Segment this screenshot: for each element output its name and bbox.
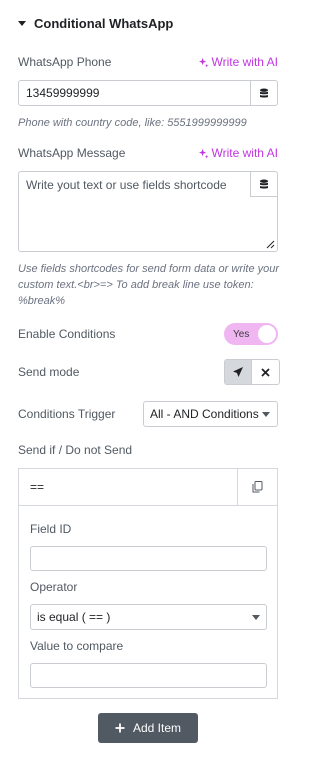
operator-select[interactable]: is equal ( == ) — [30, 604, 267, 630]
section-title: Conditional WhatsApp — [34, 15, 174, 31]
phone-write-with-ai-link[interactable]: Write with AI — [198, 55, 278, 69]
toggle-knob — [258, 325, 276, 343]
sparkle-icon — [198, 148, 209, 159]
field-id-label: Field ID — [30, 522, 72, 536]
phone-ai-label: Write with AI — [211, 55, 278, 69]
repeater-item-header[interactable]: == — [19, 469, 277, 506]
value-to-compare-input[interactable] — [30, 663, 267, 688]
conditions-trigger-value: All - AND Conditions — [150, 407, 259, 421]
message-ai-label: Write with AI — [211, 146, 278, 160]
chevron-down-icon — [252, 614, 260, 620]
send-mode-close-option[interactable] — [252, 360, 279, 384]
value-to-compare-label: Value to compare — [30, 639, 124, 653]
message-label: WhatsApp Message — [18, 146, 126, 160]
message-textarea[interactable]: Write yout text or use fields shortcode — [18, 171, 278, 252]
send-mode-send-option[interactable] — [225, 360, 252, 384]
database-icon — [260, 88, 268, 98]
phone-help-text: Phone with country code, like: 555199999… — [18, 117, 247, 129]
repeater-item: == Field ID Operator is equal ( == ) Val… — [18, 468, 278, 699]
resize-handle-icon[interactable] — [266, 240, 275, 249]
add-item-button[interactable]: Add Item — [98, 713, 198, 743]
copy-icon — [252, 481, 263, 493]
sparkle-icon — [198, 57, 209, 68]
send-mode-segmented-control — [224, 359, 280, 385]
message-dynamic-tags-button[interactable] — [250, 172, 277, 197]
add-item-label: Add Item — [132, 721, 182, 735]
phone-label: WhatsApp Phone — [18, 55, 112, 69]
operator-label: Operator — [30, 580, 78, 594]
operator-value: is equal ( == ) — [37, 610, 111, 624]
close-icon — [261, 367, 270, 377]
send-if-label: Send if / Do not Send — [18, 443, 133, 457]
field-id-input[interactable] — [30, 546, 267, 571]
database-icon — [260, 179, 268, 189]
duplicate-button[interactable] — [237, 469, 277, 505]
conditions-trigger-select[interactable]: All - AND Conditions — [143, 401, 278, 427]
enable-conditions-label: Enable Conditions — [18, 327, 116, 341]
phone-field-wrapper: 13459999999 — [18, 80, 278, 106]
phone-dynamic-tags-button[interactable] — [250, 81, 277, 105]
message-write-with-ai-link[interactable]: Write with AI — [198, 146, 278, 160]
message-placeholder: Write yout text or use fields shortcode — [26, 178, 227, 192]
enable-conditions-toggle[interactable]: Yes — [224, 323, 278, 345]
chevron-down-icon — [262, 411, 270, 417]
plus-icon — [115, 723, 125, 733]
send-icon — [233, 367, 243, 377]
conditions-trigger-label: Conditions Trigger — [18, 407, 116, 421]
section-header[interactable]: Conditional WhatsApp — [18, 14, 173, 32]
send-mode-label: Send mode — [18, 365, 80, 379]
toggle-text: Yes — [233, 328, 250, 340]
repeater-item-title: == — [30, 480, 45, 494]
caret-down-icon — [18, 20, 26, 26]
message-help-text: Use fields shortcodes for send form data… — [18, 263, 280, 307]
phone-input[interactable]: 13459999999 — [19, 81, 250, 105]
